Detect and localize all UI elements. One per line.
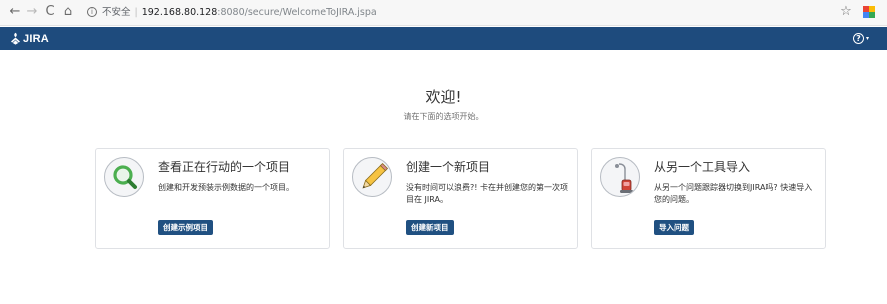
card-title: 创建一个新项目 xyxy=(406,160,491,174)
extension-icon[interactable] xyxy=(863,6,875,18)
card-description: 从另一个问题跟踪器切换到JIRA吗? 快速导入您的问题。 xyxy=(654,183,813,204)
card-title: 从另一个工具导入 xyxy=(654,160,751,174)
address-separator: | xyxy=(134,7,138,18)
vacuum-icon xyxy=(600,157,640,197)
magnifier-icon xyxy=(104,157,144,197)
create-sample-project-button[interactable]: 创建示例项目 xyxy=(158,220,213,235)
help-icon: ? xyxy=(853,33,864,44)
card-description: 没有时间可以浪费?! 卡在并创建您的第一次项目在 JIRA。 xyxy=(406,183,568,204)
welcome-title: 欢迎! xyxy=(425,88,462,106)
chevron-down-icon: ▾ xyxy=(866,35,870,42)
card-new-project: 创建一个新项目 没有时间可以浪费?! 卡在并创建您的第一次项目在 JIRA。 创… xyxy=(343,148,578,249)
reload-icon[interactable]: C xyxy=(42,4,58,20)
home-icon[interactable]: ⌂ xyxy=(60,4,76,20)
welcome-subtitle: 请在下面的选项开始。 xyxy=(403,112,484,121)
create-new-project-button[interactable]: 创建新项目 xyxy=(406,220,454,235)
card-sample-project: 查看正在行动的一个项目 创建和开发预装示例数据的一个项目。 创建示例项目 xyxy=(95,148,330,249)
info-icon[interactable]: i xyxy=(87,7,97,17)
jira-logo-text: JIRA xyxy=(23,32,49,45)
card-import: 从另一个工具导入 从另一个问题跟踪器切换到JIRA吗? 快速导入您的问题。 导入… xyxy=(591,148,826,249)
bookmark-star-icon[interactable]: ☆ xyxy=(838,4,854,20)
forward-arrow-icon[interactable]: → xyxy=(24,4,40,20)
jira-header: JIRA ? ▾ xyxy=(0,27,887,50)
jira-logo-icon xyxy=(11,32,20,45)
back-arrow-icon[interactable]: ← xyxy=(7,4,23,20)
jira-logo[interactable]: JIRA xyxy=(10,30,49,47)
url-path: :8080/secure/WelcomeToJIRA.jspa xyxy=(217,7,377,18)
card-title: 查看正在行动的一个项目 xyxy=(158,160,291,174)
import-issues-button[interactable]: 导入问题 xyxy=(654,220,694,235)
pencil-icon xyxy=(352,157,392,197)
address-bar[interactable]: i 不安全 | 192.168.80.128:8080/secure/WelcomeT… xyxy=(80,3,790,23)
help-menu-button[interactable]: ? ▾ xyxy=(853,32,869,45)
card-description: 创建和开发预装示例数据的一个项目。 xyxy=(158,183,294,192)
url-host: 192.168.80.128 xyxy=(141,7,218,18)
security-label: 不安全 xyxy=(102,7,131,18)
browser-toolbar: ← → C ⌂ i 不安全 | 192.168.80.128:8080/secure/… xyxy=(0,0,887,26)
